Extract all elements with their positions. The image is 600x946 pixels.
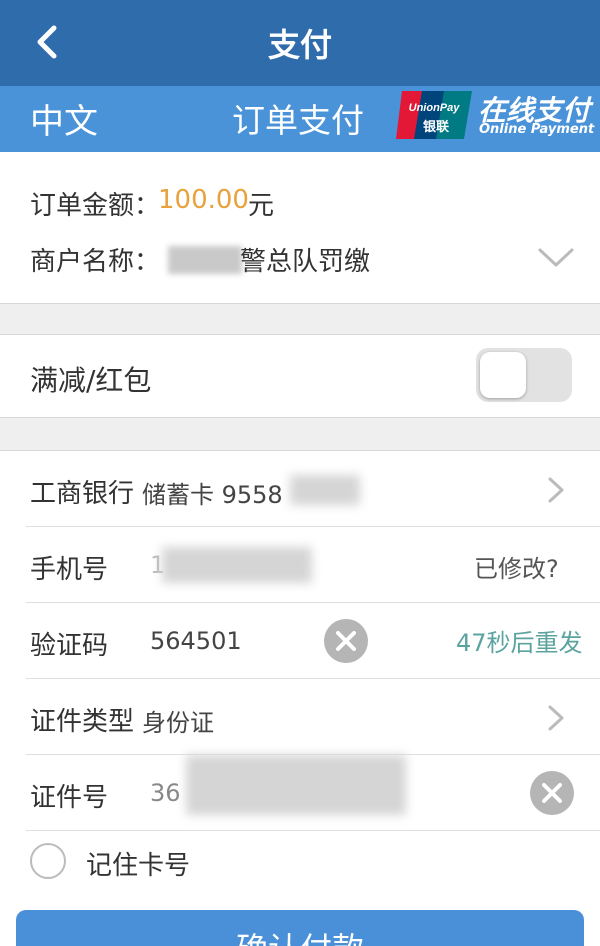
card-number-redaction — [290, 475, 360, 505]
merchant-name-value: 警总队罚缴 — [240, 247, 371, 277]
confirm-payment-label: 确认付款 — [16, 924, 584, 946]
resend-countdown[interactable]: 47秒后重发 — [456, 623, 583, 658]
order-summary: 订单金额： 100.00 元 商户名称： 警总队罚缴 — [0, 152, 600, 304]
remember-card-option[interactable]: 记住卡号 — [30, 843, 250, 883]
confirm-payment-button[interactable]: 确认付款 — [16, 910, 584, 946]
payment-banner: 中文 订单支付 UnionPay 银联 在线支付 Online Payment — [0, 86, 600, 152]
header: 支付 — [0, 0, 600, 86]
unionpay-logo: UnionPay 银联 — [396, 91, 472, 139]
page-title: 支付 — [267, 26, 332, 64]
phone-row: 手机号 1 已修改? — [0, 527, 600, 603]
discount-label: 满减/红包 — [30, 364, 152, 397]
verify-code-label: 验证码 — [30, 631, 109, 661]
logo-text-bottom: 银联 — [423, 119, 449, 135]
phone-modified-link[interactable]: 已修改? — [474, 549, 559, 584]
close-icon — [336, 631, 356, 651]
bank-card-row[interactable]: 工商银行 储蓄卡 9558 — [0, 451, 600, 527]
id-type-label: 证件类型 — [30, 707, 135, 737]
phone-label: 手机号 — [30, 555, 109, 585]
divider — [26, 830, 600, 831]
logo-text-top: UnionPay — [409, 102, 461, 114]
merchant-name-redaction — [168, 246, 242, 274]
language-switch[interactable]: 中文 — [30, 94, 98, 143]
phone-redaction — [162, 547, 312, 583]
order-amount-value: 100.00 — [158, 185, 249, 215]
bank-name: 工商银行 — [30, 479, 135, 509]
id-type-value: 身份证 — [142, 709, 214, 737]
chevron-down-icon[interactable] — [536, 243, 576, 273]
toggle-knob — [480, 352, 526, 398]
id-number-redaction — [186, 755, 406, 815]
chevron-right-icon — [548, 477, 564, 503]
id-number-input[interactable]: 36 — [150, 779, 181, 807]
order-amount-unit: 元 — [248, 191, 275, 221]
discount-row: 满减/红包 — [0, 334, 600, 418]
remember-card-label: 记住卡号 — [86, 851, 191, 881]
online-payment-en: Online Payment — [479, 122, 595, 137]
id-number-row: 证件号 36 — [0, 755, 600, 831]
merchant-name-label: 商户名称： — [30, 247, 161, 277]
payment-form: 工商银行 储蓄卡 9558 手机号 1 已修改? 验证码 564501 47秒后… — [0, 450, 600, 946]
close-icon — [542, 783, 562, 803]
remember-card-radio[interactable] — [30, 843, 66, 879]
clear-code-button[interactable] — [324, 619, 368, 663]
discount-toggle[interactable] — [476, 348, 572, 402]
verify-code-row: 验证码 564501 47秒后重发 — [0, 603, 600, 679]
card-info: 储蓄卡 9558 — [142, 481, 283, 509]
chevron-right-icon — [548, 705, 564, 731]
id-number-label: 证件号 — [30, 783, 109, 813]
verify-code-input[interactable]: 564501 — [150, 627, 242, 655]
order-pay-title: 订单支付 — [232, 101, 364, 140]
id-type-row[interactable]: 证件类型 身份证 — [0, 679, 600, 755]
clear-id-button[interactable] — [530, 771, 574, 815]
order-amount-label: 订单金额： — [30, 191, 161, 221]
